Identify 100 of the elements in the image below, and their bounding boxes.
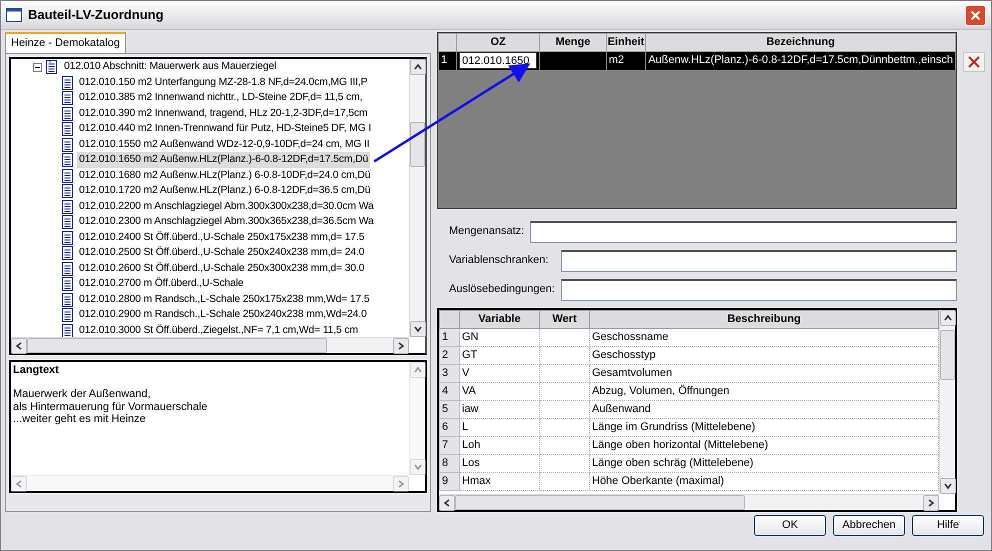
table-cell: Geschossname bbox=[590, 328, 938, 346]
collapse-icon[interactable] bbox=[33, 62, 42, 72]
close-icon bbox=[970, 10, 981, 20]
scroll-left-button[interactable] bbox=[11, 338, 27, 354]
row-number: 4 bbox=[440, 382, 460, 400]
row-number: 2 bbox=[440, 346, 460, 364]
row-number: 6 bbox=[440, 418, 460, 436]
scroll-right-button[interactable] bbox=[393, 476, 409, 492]
tree-item[interactable]: 012.010.1720 m2 Außenw.HLz(Planz.) 6-0.8-12DF,d=36.5 cm,Dü bbox=[77, 183, 372, 200]
langtext-title: Langtext bbox=[13, 364, 60, 376]
table-cell: VA bbox=[460, 382, 540, 400]
dialog-button[interactable]: OK bbox=[754, 515, 826, 536]
window-icon bbox=[6, 8, 22, 22]
table-cell: Länge oben horizontal (Mittelebene) bbox=[590, 436, 938, 454]
scroll-down-button[interactable] bbox=[410, 458, 426, 474]
scroll-up-button[interactable] bbox=[410, 58, 426, 74]
oz-input-field[interactable]: 012.010.1650 bbox=[459, 52, 538, 69]
table-cell: Hmax bbox=[460, 472, 540, 490]
document-icon bbox=[61, 184, 74, 198]
tree-item[interactable]: 012.010.1650 m2 Außenw.HLz(Planz.)-6-0.8-12DF,d=17.5cm,Dü bbox=[77, 152, 370, 168]
document-icon bbox=[61, 91, 74, 106]
text-field[interactable] bbox=[561, 278, 957, 300]
table-cell: Abzug, Volumen, Öffnungen bbox=[590, 382, 938, 400]
scroll-right-button[interactable] bbox=[923, 495, 939, 511]
scroll-thumb[interactable] bbox=[940, 330, 955, 380]
dialog-button[interactable]: Hilfe bbox=[912, 515, 984, 536]
langtext-line: als Hintermauerung für Vormauerschale bbox=[13, 400, 208, 413]
tab[interactable]: Heinze - Demokatalog bbox=[5, 32, 126, 52]
text-field[interactable] bbox=[530, 220, 957, 242]
row-number: 7 bbox=[440, 436, 460, 454]
tree-item[interactable]: 012.010.1680 m2 Außenw.HLz(Planz.) 6-0.8-10DF,d=24.0 cm,Dü bbox=[77, 168, 372, 184]
document-icon bbox=[61, 138, 74, 152]
vertical-scrollbar[interactable] bbox=[939, 310, 955, 494]
scroll-down-button[interactable] bbox=[410, 320, 426, 336]
scroll-up-button[interactable] bbox=[410, 362, 426, 378]
close-button[interactable] bbox=[965, 4, 986, 26]
delete-icon bbox=[967, 55, 981, 69]
column-header: OZ bbox=[456, 34, 540, 51]
document-icon bbox=[61, 106, 74, 121]
window-title: Bauteil-LV-Zuordnung bbox=[28, 6, 164, 24]
table-cell: GN bbox=[460, 328, 540, 346]
tree-item[interactable]: 012.010 Abschnitt: Mauerwerk aus Mauerziegel bbox=[62, 59, 278, 76]
tree-item[interactable]: 012.010.2500 St Öff.überd.,U-Schale 250x240x238 mm,d= 24.0 bbox=[77, 245, 366, 262]
row-number: 1 bbox=[438, 51, 457, 70]
table-cell: Los bbox=[460, 454, 540, 472]
scroll-left-button[interactable] bbox=[439, 495, 455, 511]
tree-item[interactable]: 012.010.2200 m Anschlagziegel Abm.300x300x238,d=30.0cm Wa bbox=[77, 198, 376, 215]
tree-item[interactable]: 012.010.440 m2 Innen-Trennwand für Putz, HD-Steine5 DF, MG I bbox=[77, 121, 374, 138]
text-field[interactable] bbox=[561, 250, 957, 272]
table-cell: GT bbox=[460, 346, 540, 364]
tree-item[interactable]: 012.010.2700 m Öff.überd.,U-Schale bbox=[77, 276, 246, 292]
table-cell: Loh bbox=[460, 436, 540, 454]
column-header: Einheit bbox=[606, 34, 646, 51]
tree-item[interactable]: 012.010.1550 m2 Außenwand WDz-12-0,9-10DF,d=24 cm, MG II bbox=[77, 136, 372, 153]
tree-item[interactable]: 012.010.2900 m Randsch.,L-Schale 250x240x238 mm,Wd=24.0 bbox=[77, 307, 369, 324]
table-cell: V bbox=[460, 364, 540, 382]
scroll-up-button[interactable] bbox=[940, 310, 956, 326]
row-number: 1 bbox=[440, 328, 460, 346]
field-label: Mengenansatz: bbox=[449, 224, 524, 240]
column-header: Variable bbox=[460, 310, 540, 328]
delete-button[interactable] bbox=[963, 52, 985, 72]
tree-item[interactable]: 012.010.2400 St Öff.überd.,U-Schale 250x175x238 mm,d= 17.5 bbox=[77, 230, 366, 246]
tree-item[interactable]: 012.010.2300 m Anschlagziegel Abm.300x365x238,d=36.5cm Wa bbox=[77, 214, 376, 230]
horizontal-scrollbar[interactable] bbox=[11, 336, 409, 352]
vertical-scrollbar[interactable] bbox=[409, 58, 425, 336]
table-cell: m2 bbox=[606, 51, 646, 70]
tree-item[interactable]: 012.010.385 m2 Innenwand nichttr., LD-Steine 2DF,d= 11,5 cm, bbox=[77, 90, 364, 106]
table-cell: Außenwand bbox=[590, 400, 938, 418]
scroll-down-button[interactable] bbox=[940, 478, 956, 494]
scroll-right-button[interactable] bbox=[393, 338, 409, 354]
tree-item[interactable]: 012.010.3000 St Öff.überd.,Ziegelst.,NF= 7,1 cm,Wd= 11,5 cm bbox=[77, 322, 360, 336]
column-header: Beschreibung bbox=[590, 310, 938, 328]
horizontal-scrollbar[interactable] bbox=[439, 494, 939, 510]
dialog-button[interactable]: Abbrechen bbox=[833, 515, 905, 536]
document-icon bbox=[61, 215, 74, 230]
scroll-left-button[interactable] bbox=[11, 476, 27, 492]
tree-item[interactable]: 012.010.2600 St Öff.überd.,U-Schale 250x300x238 mm,d= 30.0 bbox=[77, 260, 366, 277]
scroll-thumb[interactable] bbox=[27, 338, 328, 352]
column-header: Wert bbox=[540, 310, 590, 328]
tree-item[interactable]: 012.010.150 m2 Unterfangung MZ-28-1.8 NF,d=24.0cm,MG III,P bbox=[77, 74, 370, 91]
document-icon bbox=[61, 292, 74, 307]
row-number: 3 bbox=[440, 364, 460, 382]
document-icon bbox=[61, 153, 74, 168]
table-cell: Höhe Oberkante (maximal) bbox=[590, 472, 938, 490]
document-icon bbox=[61, 324, 74, 336]
langtext-line: Mauerwerk der Außenwand, bbox=[13, 388, 152, 400]
document-icon bbox=[61, 122, 74, 136]
scroll-thumb[interactable] bbox=[410, 122, 425, 166]
document-icon bbox=[61, 262, 74, 276]
document-icon bbox=[61, 200, 74, 214]
tree-item[interactable]: 012.010.390 m2 Innenwand, tragend, HLz 20-1,2-3DF,d=17,5cm bbox=[77, 106, 370, 122]
table-cell: Außenw.HLz(Planz.)-6-0.8-12DF,d=17.5cm,Dünnbettm.,einsch bbox=[646, 51, 956, 70]
scroll-thumb[interactable] bbox=[455, 495, 746, 510]
document-icon bbox=[61, 277, 74, 292]
tree-item[interactable]: 012.010.2800 m Randsch.,L-Schale 250x175x238 mm,Wd= 17.5 bbox=[77, 292, 372, 308]
document-icon bbox=[61, 230, 74, 245]
document-icon bbox=[45, 60, 59, 75]
document-icon bbox=[61, 76, 74, 90]
document-icon bbox=[61, 168, 74, 183]
table-cell: Länge oben schräg (Mittelebene) bbox=[590, 454, 938, 472]
